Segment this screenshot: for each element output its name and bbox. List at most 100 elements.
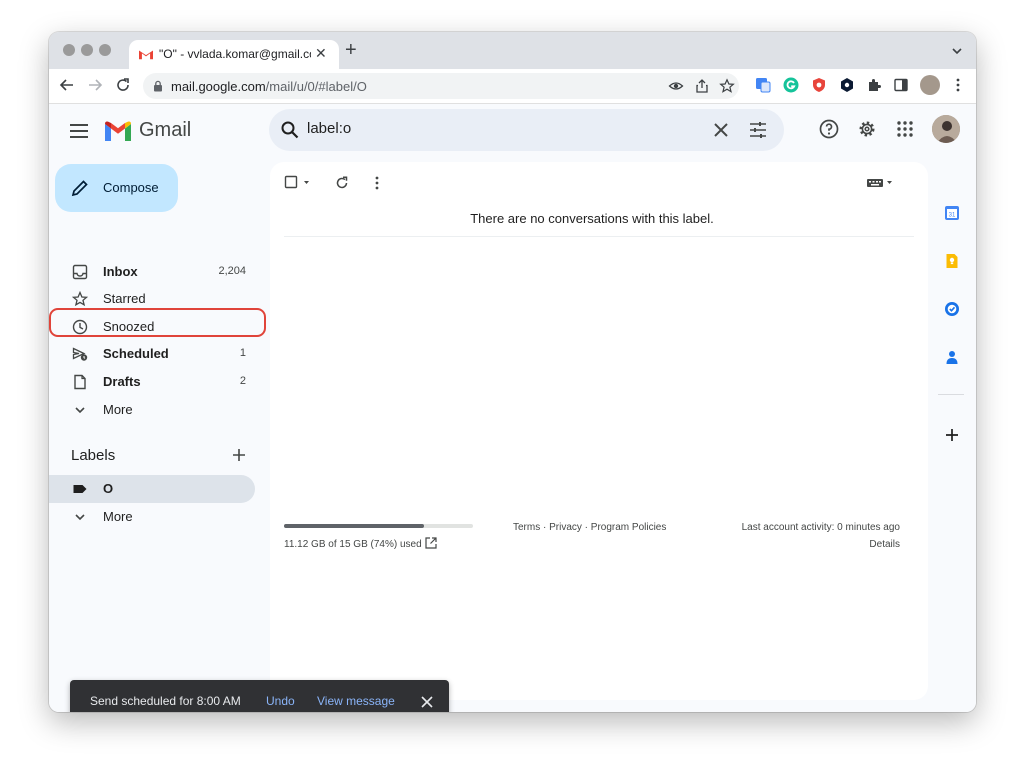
more-options-icon[interactable] [369,175,385,191]
nav-label: Scheduled [103,346,169,361]
gmail-favicon-icon [139,48,153,60]
scheduled-highlight-outline [49,308,266,337]
back-arrow-icon[interactable] [59,77,75,93]
get-addons-plus-icon[interactable] [944,427,960,443]
view-message-button[interactable]: View message [317,694,395,708]
label-name: O [103,481,114,496]
nav-label: Drafts [103,374,141,389]
extensions-puzzle-icon[interactable] [866,77,882,93]
compose-label: Compose [103,180,159,195]
nav-count: 2 [239,375,246,387]
translate-extension-icon[interactable] [755,77,771,93]
keep-app-icon[interactable] [944,253,960,269]
tab-title: "O" - vvlada.komar@gmail.com [159,47,311,61]
nav-count: 2,204 [218,265,246,277]
draft-file-icon [72,374,88,390]
address-bar[interactable]: mail.google.com/mail/u/0/#label/O [143,73,739,99]
details-link[interactable]: Details [869,539,900,550]
search-input[interactable]: label:o [307,120,351,137]
gmail-logo-text: Gmail [139,119,192,141]
help-icon[interactable] [819,119,839,139]
chevron-down-icon [72,509,88,525]
clear-search-icon[interactable] [713,122,729,138]
browser-toolbar: mail.google.com/mail/u/0/#label/O [49,69,976,104]
settings-gear-icon[interactable] [857,119,877,139]
tab-search-chevron-icon[interactable] [950,44,964,58]
undo-button[interactable]: Undo [266,694,295,708]
url-text: mail.google.com/mail/u/0/#label/O [171,79,367,94]
nav-item-scheduled[interactable]: Scheduled 1 [49,340,259,368]
lock-icon[interactable] [152,80,164,92]
side-panel-divider [938,394,964,395]
nav-label: More [103,509,133,524]
contacts-app-icon[interactable] [944,349,960,365]
inbox-icon [72,264,88,280]
grammarly-extension-icon[interactable] [783,77,799,93]
eye-icon[interactable] [668,78,684,94]
account-avatar[interactable] [932,115,960,143]
scheduled-send-icon [72,346,88,362]
nav-label: Starred [103,291,146,306]
last-account-activity: Last account activity: 0 minutes ago [741,522,900,533]
browser-tab[interactable]: "O" - vvlada.komar@gmail.com ✕ [129,40,339,69]
shield-extension-icon[interactable] [811,77,827,93]
bookmark-star-icon[interactable] [719,78,735,94]
nav-label: Inbox [103,264,138,279]
search-icon[interactable] [281,121,299,139]
close-snackbar-icon[interactable] [420,695,434,709]
select-dropdown-icon[interactable] [301,175,317,191]
url-path: /mail/u/0/#label/O [265,79,367,94]
label-item-o[interactable]: O [49,475,259,503]
storage-progress-fill [284,524,424,528]
message-list-panel: There are no conversations with this lab… [270,162,928,700]
calendar-app-icon[interactable]: 31 [944,205,960,221]
search-options-icon[interactable] [749,121,767,139]
new-tab-button[interactable]: + [345,40,357,60]
tab-strip: "O" - vvlada.komar@gmail.com ✕ + [49,32,976,69]
open-in-new-icon[interactable] [425,537,437,549]
storage-usage-text: 11.12 GB of 15 GB (74%) used [284,539,422,550]
gmail-app: Gmail label:o Compose Inbox 2,204 Starre… [49,104,976,712]
snackbar: Send scheduled for 8:00 AM Undo View mes… [70,680,449,712]
create-label-icon[interactable] [232,448,246,462]
search-bar[interactable]: label:o [269,109,784,151]
tasks-app-icon[interactable] [944,301,960,317]
svg-text:31: 31 [949,213,956,219]
main-menu-icon[interactable] [70,124,88,138]
star-icon [72,291,88,307]
browser-window: "O" - vvlada.komar@gmail.com ✕ + mail.go… [49,32,976,712]
nav-item-drafts[interactable]: Drafts 2 [49,368,259,396]
label-tag-icon [72,481,88,497]
forward-arrow-icon[interactable] [87,77,103,93]
nav-item-more[interactable]: More [49,396,259,424]
footer-links[interactable]: Terms · Privacy · Program Policies [513,522,666,533]
labels-more[interactable]: More [49,503,259,531]
nav-count: 1 [239,347,246,359]
reload-icon[interactable] [115,77,131,93]
refresh-icon[interactable] [334,175,350,191]
share-icon[interactable] [694,78,710,94]
chevron-down-icon [72,402,88,418]
nav-label: More [103,402,133,417]
hexagon-extension-icon[interactable] [839,77,855,93]
url-host: mail.google.com [171,79,266,94]
labels-heading: Labels [71,447,116,464]
side-panel-icon[interactable] [893,77,909,93]
input-tools-keyboard-icon[interactable] [866,175,898,191]
empty-state-message: There are no conversations with this lab… [470,211,714,226]
window-zoom-button[interactable] [99,44,111,56]
pencil-icon [71,179,89,197]
tab-close-icon[interactable]: ✕ [315,45,327,62]
storage-progress-bar [284,524,473,528]
window-minimize-button[interactable] [81,44,93,56]
browser-profile-avatar[interactable] [920,75,940,95]
apps-grid-icon[interactable] [895,119,915,139]
window-close-button[interactable] [63,44,75,56]
divider [284,236,914,237]
snackbar-message: Send scheduled for 8:00 AM [90,694,241,708]
nav-item-inbox[interactable]: Inbox 2,204 [49,258,259,286]
gmail-logo-icon[interactable] [105,121,131,141]
compose-button[interactable]: Compose [55,164,178,212]
browser-menu-icon[interactable] [950,77,966,93]
select-checkbox-icon[interactable] [284,175,300,191]
